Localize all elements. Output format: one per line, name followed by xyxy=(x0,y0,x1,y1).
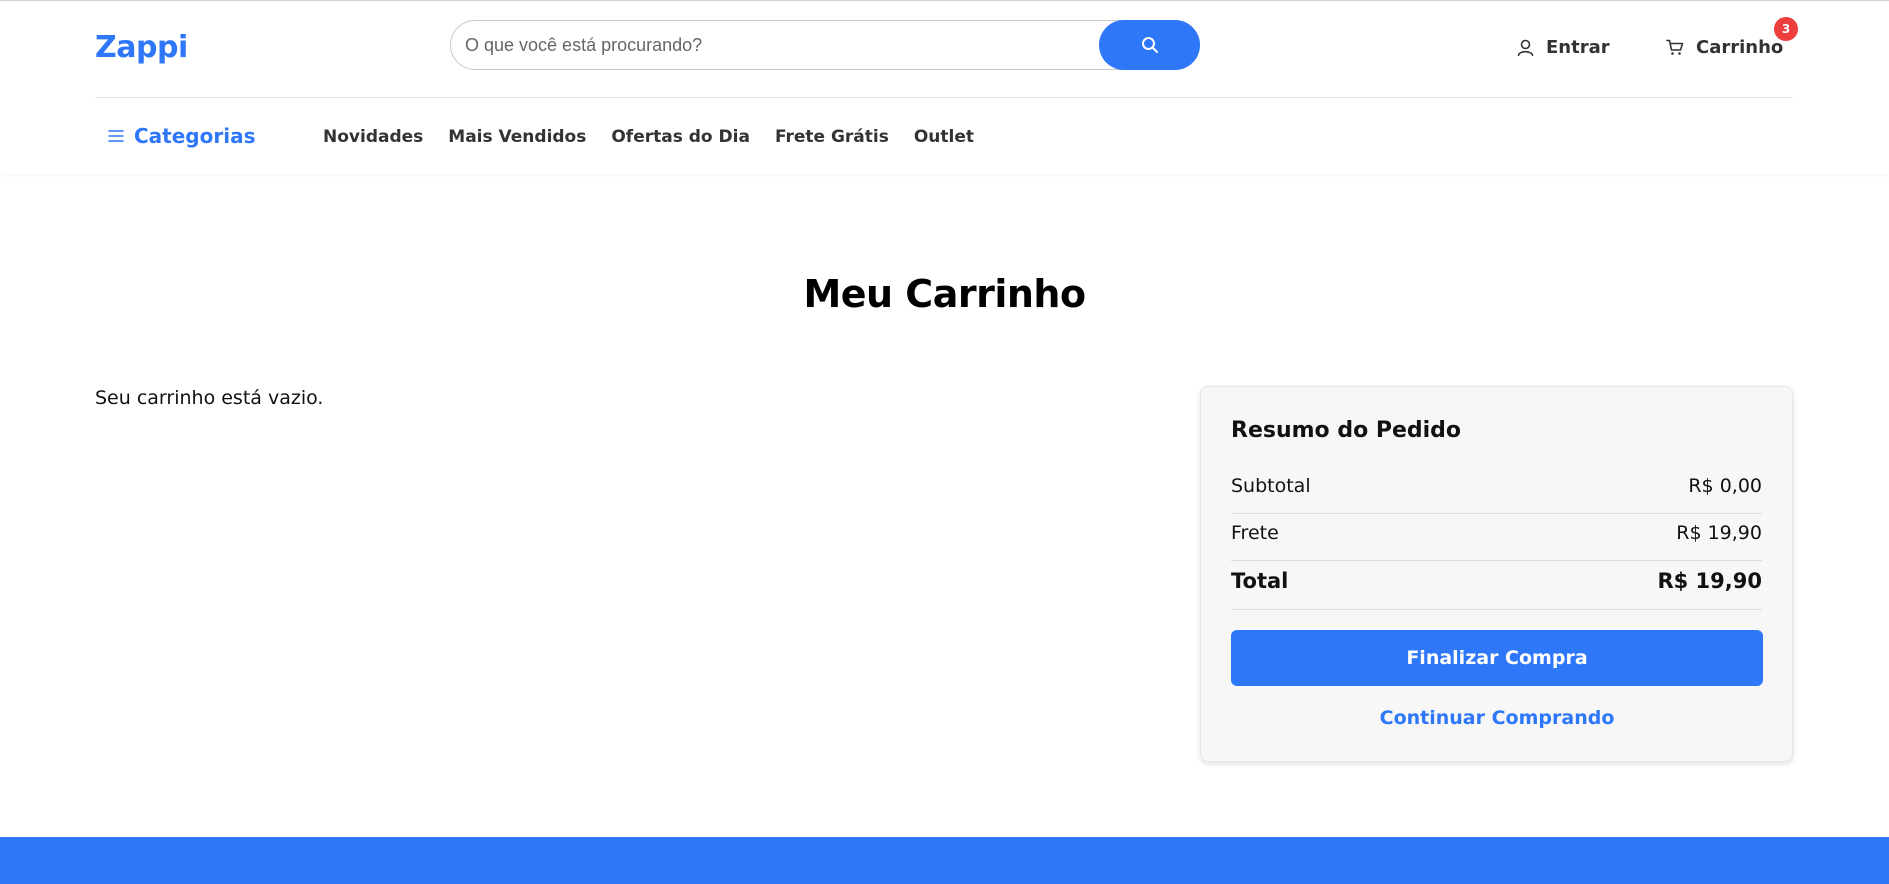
logo[interactable]: Zappi xyxy=(95,30,188,65)
categories-menu-button[interactable]: Categorias xyxy=(108,122,255,150)
cart-icon xyxy=(1666,39,1684,55)
empty-cart-message: Seu carrinho está vazio. xyxy=(95,387,324,409)
search-button[interactable] xyxy=(1099,20,1200,70)
subtotal-value: R$ 0,00 xyxy=(1688,475,1762,497)
site-header: Zappi Entrar Carrinho 3 xyxy=(0,0,1889,174)
subtotal-row: Subtotal R$ 0,00 xyxy=(1231,475,1762,497)
total-label: Total xyxy=(1231,569,1289,593)
checkout-button[interactable]: Finalizar Compra xyxy=(1231,630,1763,686)
page-title: Meu Carrinho xyxy=(803,272,1086,316)
login-link[interactable]: Entrar xyxy=(1517,33,1610,61)
cart-link[interactable]: Carrinho xyxy=(1666,33,1783,61)
nav-link-outlet[interactable]: Outlet xyxy=(914,127,974,147)
nav-link-ofertas-do-dia[interactable]: Ofertas do Dia xyxy=(611,127,750,147)
cart-count-badge: 3 xyxy=(1774,17,1798,41)
menu-icon xyxy=(108,130,124,142)
nav-link-novidades[interactable]: Novidades xyxy=(323,127,423,147)
summary-divider xyxy=(1231,513,1762,514)
header-divider xyxy=(95,97,1793,98)
summary-divider xyxy=(1231,609,1762,610)
login-label: Entrar xyxy=(1546,36,1610,58)
main-nav: Novidades Mais Vendidos Ofertas do Dia F… xyxy=(323,125,999,149)
search-bar xyxy=(450,20,1200,70)
search-icon xyxy=(1141,37,1158,53)
total-value: R$ 19,90 xyxy=(1657,569,1762,593)
total-row: Total R$ 19,90 xyxy=(1231,569,1762,593)
categories-label: Categorias xyxy=(134,124,256,148)
order-summary-title: Resumo do Pedido xyxy=(1231,418,1462,443)
nav-link-mais-vendidos[interactable]: Mais Vendidos xyxy=(448,127,586,147)
nav-link-frete-gratis[interactable]: Frete Grátis xyxy=(775,127,889,147)
continue-shopping-link[interactable]: Continuar Comprando xyxy=(1231,707,1763,729)
shipping-value: R$ 19,90 xyxy=(1676,522,1762,544)
site-footer xyxy=(0,837,1889,884)
shipping-row: Frete R$ 19,90 xyxy=(1231,522,1762,544)
search-input[interactable] xyxy=(465,21,1085,69)
user-icon xyxy=(1517,39,1534,56)
cart-label: Carrinho xyxy=(1696,36,1784,58)
subtotal-label: Subtotal xyxy=(1231,475,1311,497)
summary-divider xyxy=(1231,560,1762,561)
shipping-label: Frete xyxy=(1231,522,1279,544)
order-summary-card: Resumo do Pedido Subtotal R$ 0,00 Frete … xyxy=(1200,386,1793,762)
